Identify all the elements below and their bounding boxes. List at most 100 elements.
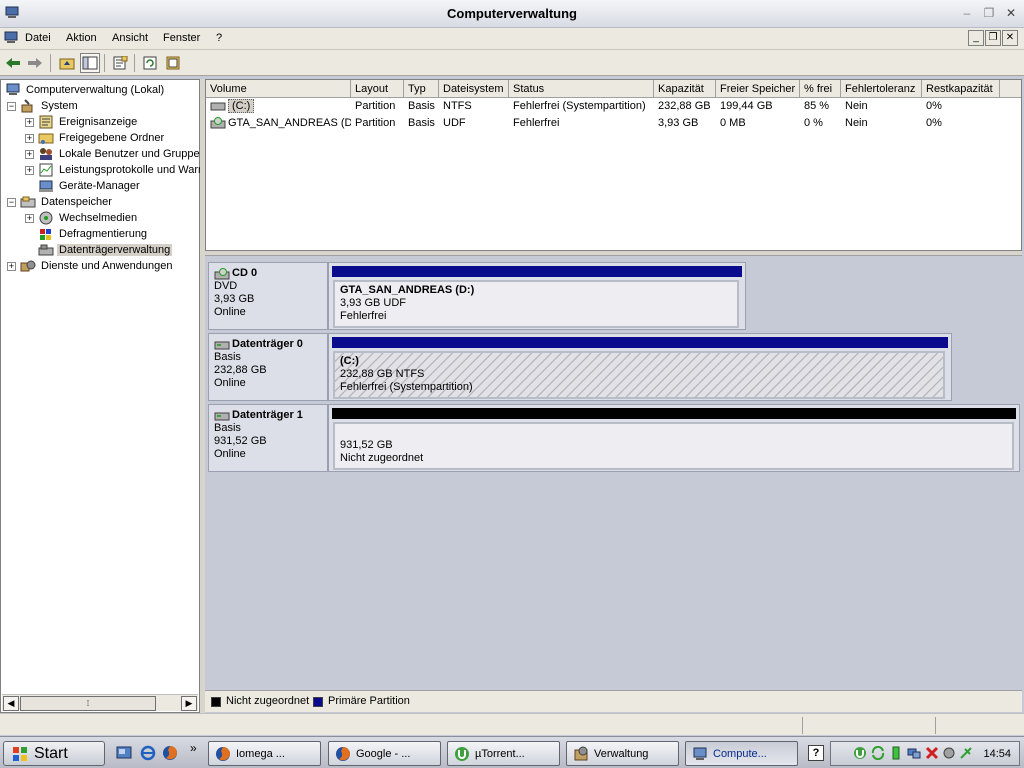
column-header[interactable]: % frei: [800, 80, 841, 98]
disk-label[interactable]: Datenträger 1 Basis 931,52 GB Online: [208, 404, 328, 472]
scroll-thumb[interactable]: ⁞: [20, 696, 156, 711]
taskbar-button-label: µTorrent...: [475, 747, 525, 760]
menu-aktion[interactable]: Aktion: [66, 32, 97, 44]
scroll-right-icon[interactable]: ▶: [181, 696, 197, 711]
table-cell: 0 MB: [720, 117, 746, 129]
collapse-icon[interactable]: −: [7, 101, 16, 111]
sync-tray-icon[interactable]: [871, 746, 885, 760]
disk-state: Online: [214, 377, 246, 389]
document-window-icon[interactable]: [3, 31, 19, 45]
tree-item[interactable]: Geräte-Manager: [25, 178, 142, 194]
document-close-button[interactable]: ✕: [1002, 30, 1018, 46]
minimize-button[interactable]: –: [958, 4, 976, 22]
column-header[interactable]: Kapazität: [654, 80, 716, 98]
start-button[interactable]: Start: [3, 741, 105, 766]
show-tree-button[interactable]: [80, 53, 100, 73]
expand-icon[interactable]: +: [25, 149, 34, 159]
column-header[interactable]: Status: [509, 80, 654, 98]
tree-item-label: Wechselmedien: [59, 212, 138, 224]
show-desktop-icon[interactable]: [116, 745, 132, 761]
tree-item[interactable]: Computerverwaltung (Lokal): [5, 82, 166, 98]
cd-drive-icon: [214, 267, 230, 279]
taskbar-button[interactable]: µTorrent...: [447, 741, 560, 766]
taskbar-button[interactable]: Compute...: [685, 741, 798, 766]
menu-ansicht[interactable]: Ansicht: [112, 32, 148, 44]
windows-flag-icon: [13, 746, 27, 761]
taskbar-button[interactable]: Iomega ...: [208, 741, 321, 766]
menu-fenster[interactable]: Fenster: [163, 32, 200, 44]
tree-item-label: System: [41, 100, 78, 112]
safely-remove-tray-icon[interactable]: [959, 746, 973, 760]
antivirus-tray-icon[interactable]: [925, 746, 939, 760]
properties-button[interactable]: [110, 53, 130, 73]
scroll-left-icon[interactable]: ◀: [3, 696, 19, 711]
column-header[interactable]: Typ: [404, 80, 439, 98]
column-header[interactable]: Freier Speicher: [716, 80, 800, 98]
disk-label[interactable]: CD 0 DVD 3,93 GB Online: [208, 262, 328, 330]
partition-block[interactable]: 931,52 GB Nicht zugeordnet: [333, 422, 1014, 470]
taskbar-button[interactable]: Verwaltung: [566, 741, 679, 766]
partition-name: [340, 426, 1007, 439]
restore-button[interactable]: ❐: [980, 4, 998, 22]
tree-connector: [25, 245, 34, 255]
quicklaunch-more-button[interactable]: »: [190, 741, 197, 755]
expand-icon[interactable]: +: [25, 117, 34, 127]
tree-item-label: Dienste und Anwendungen: [41, 260, 173, 272]
menu-help[interactable]: ?: [216, 32, 222, 44]
help-topics-button[interactable]: [163, 53, 183, 73]
tree-item-label: Datenspeicher: [41, 196, 112, 208]
table-row[interactable]: (C:) Partition Basis NTFS Fehlerfrei (System…: [206, 98, 1021, 115]
forward-button[interactable]: [25, 53, 45, 73]
column-header[interactable]: Restkapazität: [922, 80, 1000, 98]
document-restore-button[interactable]: ❐: [985, 30, 1001, 46]
expand-icon[interactable]: +: [25, 213, 34, 223]
status-pane: [802, 717, 803, 734]
disk-label[interactable]: Datenträger 0 Basis 232,88 GB Online: [208, 333, 328, 401]
column-header[interactable]: Fehlertoleranz: [841, 80, 922, 98]
volume-name: GTA_SAN_ANDREAS (D:): [228, 117, 351, 129]
computer-icon: [693, 747, 707, 760]
column-header[interactable]: Dateisystem: [439, 80, 509, 98]
disk-partition-map: GTA_SAN_ANDREAS (D:) 3,93 GB UDF Fehlerfre…: [328, 262, 746, 330]
tree-horizontal-scrollbar[interactable]: ◀ ⁞ ▶: [2, 694, 198, 711]
table-cell: 3,93 GB: [658, 117, 699, 129]
firefox-icon[interactable]: [162, 745, 178, 761]
speaker-tray-icon[interactable]: [942, 746, 956, 760]
tree-item[interactable]: + Freigegebene Ordner: [25, 130, 166, 146]
help-button[interactable]: ?: [808, 745, 824, 761]
close-button[interactable]: ✕: [1002, 4, 1020, 22]
internet-explorer-icon[interactable]: [140, 745, 156, 761]
refresh-button[interactable]: [140, 53, 160, 73]
back-button[interactable]: [3, 53, 23, 73]
taskbar-button[interactable]: Google - ...: [328, 741, 441, 766]
title-bar: Computerverwaltung – ❐ ✕: [0, 0, 1024, 28]
tree-item[interactable]: Defragmentierung: [25, 226, 149, 242]
dvd-drive-icon: [210, 117, 226, 129]
expand-icon[interactable]: +: [25, 165, 34, 175]
tree-item[interactable]: − Datenspeicher: [7, 194, 114, 210]
tree-item[interactable]: + Lokale Benutzer und Gruppen: [25, 146, 208, 162]
firefox-icon: [216, 746, 230, 761]
battery-tray-icon[interactable]: [889, 746, 903, 760]
tree-item[interactable]: + Ereignisanzeige: [25, 114, 139, 130]
partition-block[interactable]: (C:) 232,88 GB NTFS Fehlerfrei (Systempart…: [333, 351, 945, 399]
partition-block[interactable]: GTA_SAN_ANDREAS (D:) 3,93 GB UDF Fehlerfre…: [333, 280, 739, 328]
tree-item[interactable]: + Wechselmedien: [25, 210, 139, 226]
menu-datei[interactable]: Datei: [25, 32, 51, 44]
column-header[interactable]: Volume: [206, 80, 351, 98]
up-level-button[interactable]: [57, 53, 77, 73]
collapse-icon[interactable]: −: [7, 197, 16, 207]
expand-icon[interactable]: +: [7, 261, 16, 271]
taskbar-button-label: Compute...: [713, 747, 767, 760]
tree-item-label: Datenträgerverwaltung: [57, 244, 173, 256]
document-minimize-button[interactable]: _: [968, 30, 984, 46]
tree-item[interactable]: − System: [7, 98, 80, 114]
expand-icon[interactable]: +: [25, 133, 34, 143]
table-row[interactable]: GTA_SAN_ANDREAS (D:) Partition Basis UDF Feh…: [206, 115, 1021, 132]
tree-item[interactable]: + Dienste und Anwendungen: [7, 258, 175, 274]
table-cell: Basis: [408, 117, 435, 129]
tree-item[interactable]: Datenträgerverwaltung: [25, 242, 173, 258]
column-header[interactable]: Layout: [351, 80, 404, 98]
utorrent-tray-icon[interactable]: [853, 746, 867, 760]
network-tray-icon[interactable]: [907, 746, 921, 760]
